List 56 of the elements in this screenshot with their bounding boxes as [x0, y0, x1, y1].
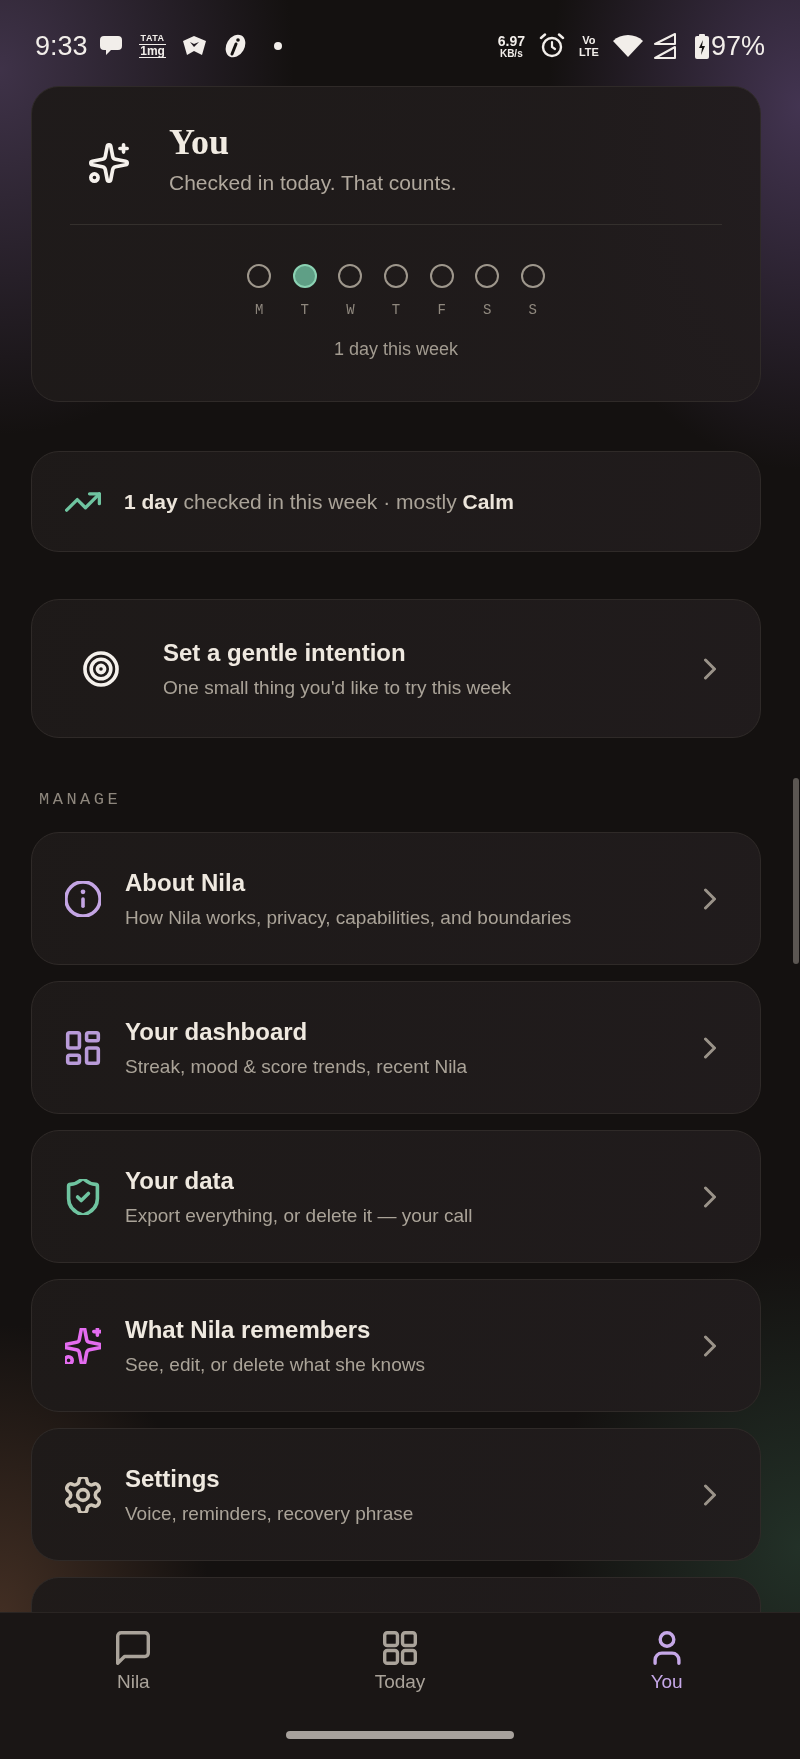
- menu-item-title: Your dashboard: [125, 1016, 309, 1047]
- grid-icon: [383, 1631, 417, 1665]
- nav-tab[interactable]: Nila: [108, 1629, 159, 1695]
- battery-percent: 97%: [710, 30, 765, 62]
- section-heading: MANAGE: [39, 790, 122, 810]
- menu-item-subtitle: How Nila works, privacy, capabilities, and boundaries: [125, 905, 573, 930]
- trending-up-icon: [65, 491, 101, 512]
- week-summary: 1 day this week: [332, 338, 460, 361]
- menu-item-subtitle: Streak, mood & score trends, recent Nila: [125, 1054, 469, 1079]
- day-label: F: [437, 301, 446, 319]
- menu-item-subtitle: See, edit, or delete what she knows: [125, 1352, 426, 1377]
- nav-tab[interactable]: Today: [366, 1629, 434, 1695]
- app-logo: TATA 1mg: [139, 34, 166, 58]
- target-icon: [83, 650, 119, 687]
- volte-indicator: Vo LTE: [577, 34, 600, 58]
- menu-item-title: What Nila remembers: [125, 1314, 372, 1345]
- alarm-clock-icon: [538, 33, 565, 59]
- day-label: T: [300, 301, 309, 319]
- network-speed: 6.97 KB/s: [497, 33, 525, 59]
- profile-subtitle: Checked in today. That counts.: [169, 170, 457, 196]
- menu-item[interactable]: Your data Export everything, or delete it — your call: [31, 1130, 761, 1263]
- streak-summary: 1 day checked in this week · mostly Calm: [124, 488, 514, 515]
- chevron-right-icon: [704, 1483, 716, 1506]
- sparkles-icon: [89, 143, 129, 183]
- chat-bubble-icon: [99, 35, 124, 57]
- chevron-right-icon: [704, 1036, 716, 1059]
- badge-icon: [181, 35, 207, 57]
- menu-item[interactable]: Settings Voice, reminders, recovery phrase: [31, 1428, 761, 1561]
- day-label: S: [528, 301, 537, 319]
- menu-item-title: Your data: [125, 1165, 235, 1196]
- intention-subtitle: One small thing you'd like to try this week: [163, 675, 512, 700]
- intention-title: Set a gentle intention: [163, 637, 407, 668]
- menu-item-subtitle: Export everything, or delete it — your call: [125, 1203, 474, 1228]
- wifi-icon: [612, 35, 643, 57]
- chevron-right-icon: [704, 657, 716, 680]
- message-icon: [116, 1631, 151, 1665]
- intention-card[interactable]: Set a gentle intention One small thing you'd like to try this week: [31, 599, 761, 738]
- nav-tab[interactable]: You: [641, 1629, 692, 1695]
- status-time: 9:33: [35, 30, 88, 62]
- day-label: S: [483, 301, 492, 319]
- menu-item-title: Settings: [125, 1463, 221, 1494]
- menu-item-subtitle: Voice, reminders, recovery phrase: [125, 1501, 415, 1526]
- menu-item-title: About Nila: [125, 867, 247, 898]
- chevron-right-icon: [704, 1334, 716, 1357]
- chevron-right-icon: [704, 887, 716, 910]
- day-label: W: [346, 301, 355, 319]
- menu-item[interactable]: About Nila How Nila works, privacy, capabilities, and boundaries: [31, 832, 761, 965]
- signal-icon: [652, 33, 677, 59]
- day-label: M: [255, 301, 264, 319]
- dot-icon: [273, 42, 282, 50]
- day-label: T: [391, 301, 401, 319]
- profile-title: You: [169, 122, 231, 162]
- menu-item[interactable]: Your dashboard Streak, mood & score trends, recent Nila: [31, 981, 761, 1114]
- menu-item[interactable]: What Nila remembers See, edit, or delete what she knows: [31, 1279, 761, 1412]
- battery-icon: [694, 33, 709, 59]
- chevron-right-icon: [704, 1185, 716, 1208]
